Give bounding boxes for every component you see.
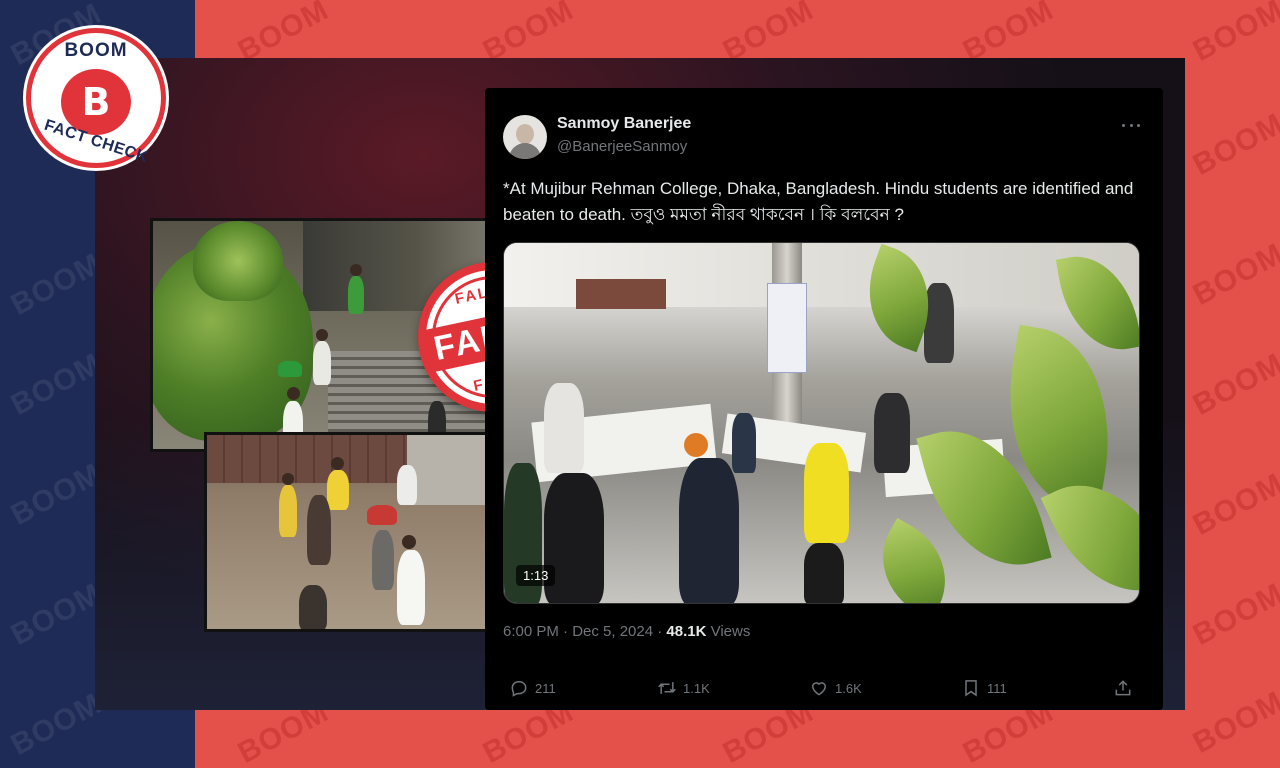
like-count: 1.6K bbox=[835, 680, 862, 696]
video-duration-badge: 1:13 bbox=[516, 565, 556, 586]
video-person bbox=[679, 458, 739, 603]
tweet-actions: 211 1.1K 1.6K 111 bbox=[503, 676, 1143, 700]
video-person bbox=[544, 383, 584, 473]
like-button[interactable]: 1.6K bbox=[809, 676, 862, 700]
video-scene-bench bbox=[576, 279, 666, 309]
avatar[interactable] bbox=[503, 115, 547, 159]
video-scene-leaf bbox=[861, 517, 967, 603]
video-person bbox=[732, 413, 756, 473]
author-name[interactable]: Sanmoy Banerjee bbox=[557, 115, 691, 133]
video-player[interactable]: 1:13 bbox=[503, 242, 1140, 604]
tweet-views-count: 48.1K bbox=[666, 623, 707, 640]
reply-icon bbox=[511, 681, 527, 697]
video-still-thumbnail-2 bbox=[204, 432, 489, 632]
logo-letter: B bbox=[81, 80, 111, 124]
logo-boom-text: BOOM bbox=[64, 40, 128, 61]
author-handle[interactable]: @BanerjeeSanmoy bbox=[557, 138, 687, 155]
bookmark-button[interactable]: 111 bbox=[961, 676, 1007, 700]
reply-button[interactable]: 211 bbox=[509, 676, 556, 700]
reply-count: 211 bbox=[535, 680, 556, 696]
repost-button[interactable]: 1.1K bbox=[657, 676, 710, 700]
video-person bbox=[874, 393, 910, 473]
like-icon bbox=[811, 682, 827, 696]
video-person bbox=[804, 443, 849, 543]
tweet-timestamp[interactable]: 6:00 PM · Dec 5, 2024 · bbox=[503, 623, 666, 640]
video-person bbox=[804, 543, 844, 603]
avatar-face bbox=[516, 124, 534, 144]
bookmark-count: 111 bbox=[987, 680, 1007, 696]
bookmark-icon bbox=[965, 680, 977, 697]
video-person bbox=[924, 283, 954, 363]
share-icon bbox=[1115, 680, 1131, 696]
repost-icon bbox=[658, 682, 676, 694]
boom-fact-check-logo: BOOM B FACT CHECK bbox=[26, 28, 166, 168]
video-person bbox=[684, 433, 708, 457]
repost-count: 1.1K bbox=[683, 680, 710, 696]
tweet-meta: 6:00 PM · Dec 5, 2024 · 48.1K Views bbox=[503, 623, 750, 640]
tweet-text: *At Mujibur Rehman College, Dhaka, Bangl… bbox=[503, 179, 1134, 224]
tweet-card: Sanmoy Banerjee @BanerjeeSanmoy *At Muji… bbox=[485, 88, 1163, 710]
share-button[interactable] bbox=[1113, 676, 1133, 700]
more-icon[interactable] bbox=[1119, 115, 1143, 135]
tweet-views-label: Views bbox=[706, 623, 751, 640]
avatar-body bbox=[509, 143, 541, 159]
video-scene-poster bbox=[767, 283, 807, 373]
